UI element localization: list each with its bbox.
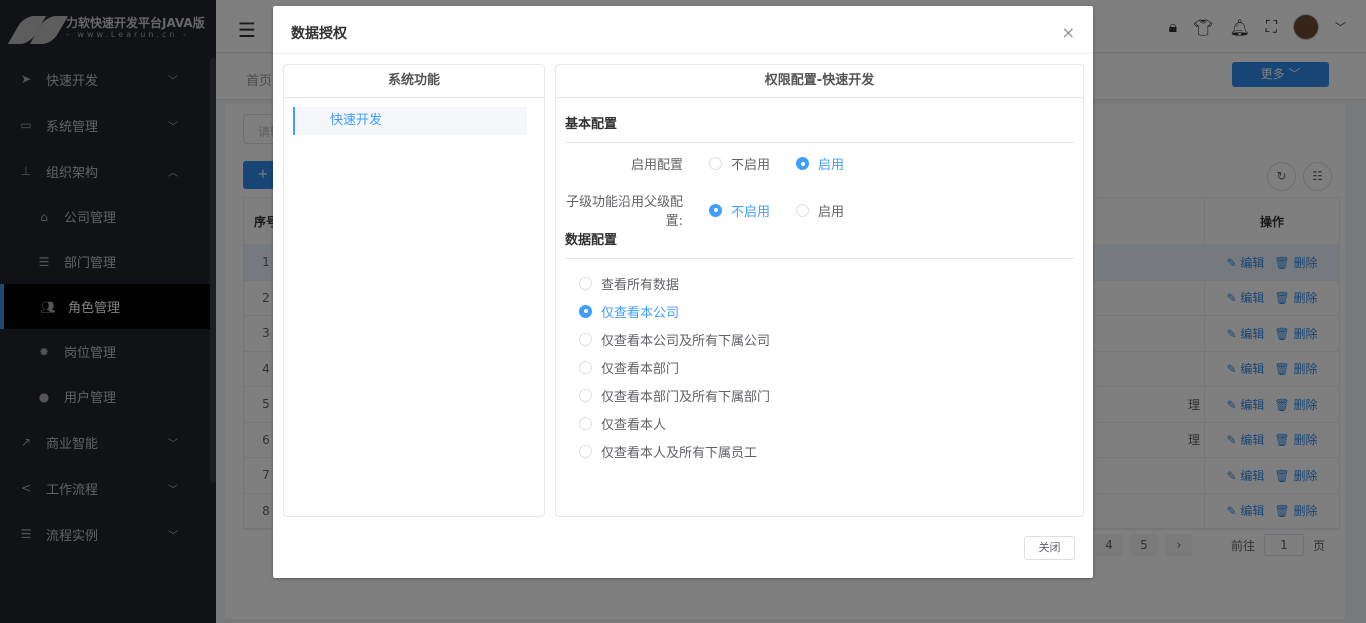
radio-circle-icon (709, 204, 722, 217)
function-tree-panel: 系统功能 快速开发 (283, 64, 545, 517)
radio-label: 不启用 (731, 201, 770, 220)
radio-circle-icon (796, 157, 809, 170)
radio-circle-icon (579, 305, 592, 318)
radio-circle-icon (579, 361, 592, 374)
data-config-heading: 数据配置 (565, 229, 1074, 259)
radio-label: 启用 (818, 201, 844, 220)
basic-config-heading: 基本配置 (565, 113, 1074, 143)
config-title: 权限配置-快速开发 (556, 65, 1083, 98)
data-scope-radio[interactable]: 查看所有数据 (579, 269, 770, 297)
enable-config-label: 启用配置 (556, 154, 709, 173)
radio-circle-icon (579, 417, 592, 430)
inherit-config-radio-off[interactable]: 不启用 (709, 201, 770, 220)
radio-label: 查看所有数据 (601, 274, 679, 293)
radio-label: 仅查看本人 (601, 414, 666, 433)
radio-label: 仅查看本部门及所有下属部门 (601, 386, 770, 405)
enable-config-radio-on[interactable]: 启用 (796, 154, 844, 173)
radio-label: 仅查看本部门 (601, 358, 679, 377)
data-scope-radio[interactable]: 仅查看本部门及所有下属部门 (579, 381, 770, 409)
permission-config-panel: 权限配置-快速开发 基本配置 启用配置 不启用启用 子级功能沿用父级配置: 不启… (555, 64, 1084, 517)
data-auth-dialog: 数据授权 × 系统功能 快速开发 权限配置-快速开发 基本配置 启用配置 不启用… (273, 6, 1093, 578)
radio-label: 不启用 (731, 154, 770, 173)
close-button[interactable]: 关闭 (1024, 536, 1075, 560)
radio-circle-icon (579, 445, 592, 458)
data-scope-radio[interactable]: 仅查看本公司及所有下属公司 (579, 325, 770, 353)
data-scope-radio[interactable]: 仅查看本公司 (579, 297, 770, 325)
inherit-config-label: 子级功能沿用父级配置: (556, 191, 709, 229)
radio-label: 仅查看本公司及所有下属公司 (601, 330, 770, 349)
radio-circle-icon (796, 204, 809, 217)
radio-label: 仅查看本公司 (601, 302, 679, 321)
function-tree-title: 系统功能 (284, 65, 544, 98)
inherit-config-radio-on[interactable]: 启用 (796, 201, 844, 220)
dialog-title: 数据授权 (291, 23, 347, 43)
radio-circle-icon (579, 389, 592, 402)
radio-circle-icon (579, 277, 592, 290)
radio-circle-icon (709, 157, 722, 170)
radio-label: 仅查看本人及所有下属员工 (601, 442, 757, 461)
data-scope-radio[interactable]: 仅查看本人及所有下属员工 (579, 437, 770, 465)
radio-label: 启用 (818, 154, 844, 173)
data-scope-radio[interactable]: 仅查看本人 (579, 409, 770, 437)
enable-config-radio-off[interactable]: 不启用 (709, 154, 770, 173)
tree-item-quick-dev[interactable]: 快速开发 (293, 107, 527, 135)
close-icon[interactable]: × (1062, 23, 1075, 42)
radio-circle-icon (579, 333, 592, 346)
data-scope-radio[interactable]: 仅查看本部门 (579, 353, 770, 381)
